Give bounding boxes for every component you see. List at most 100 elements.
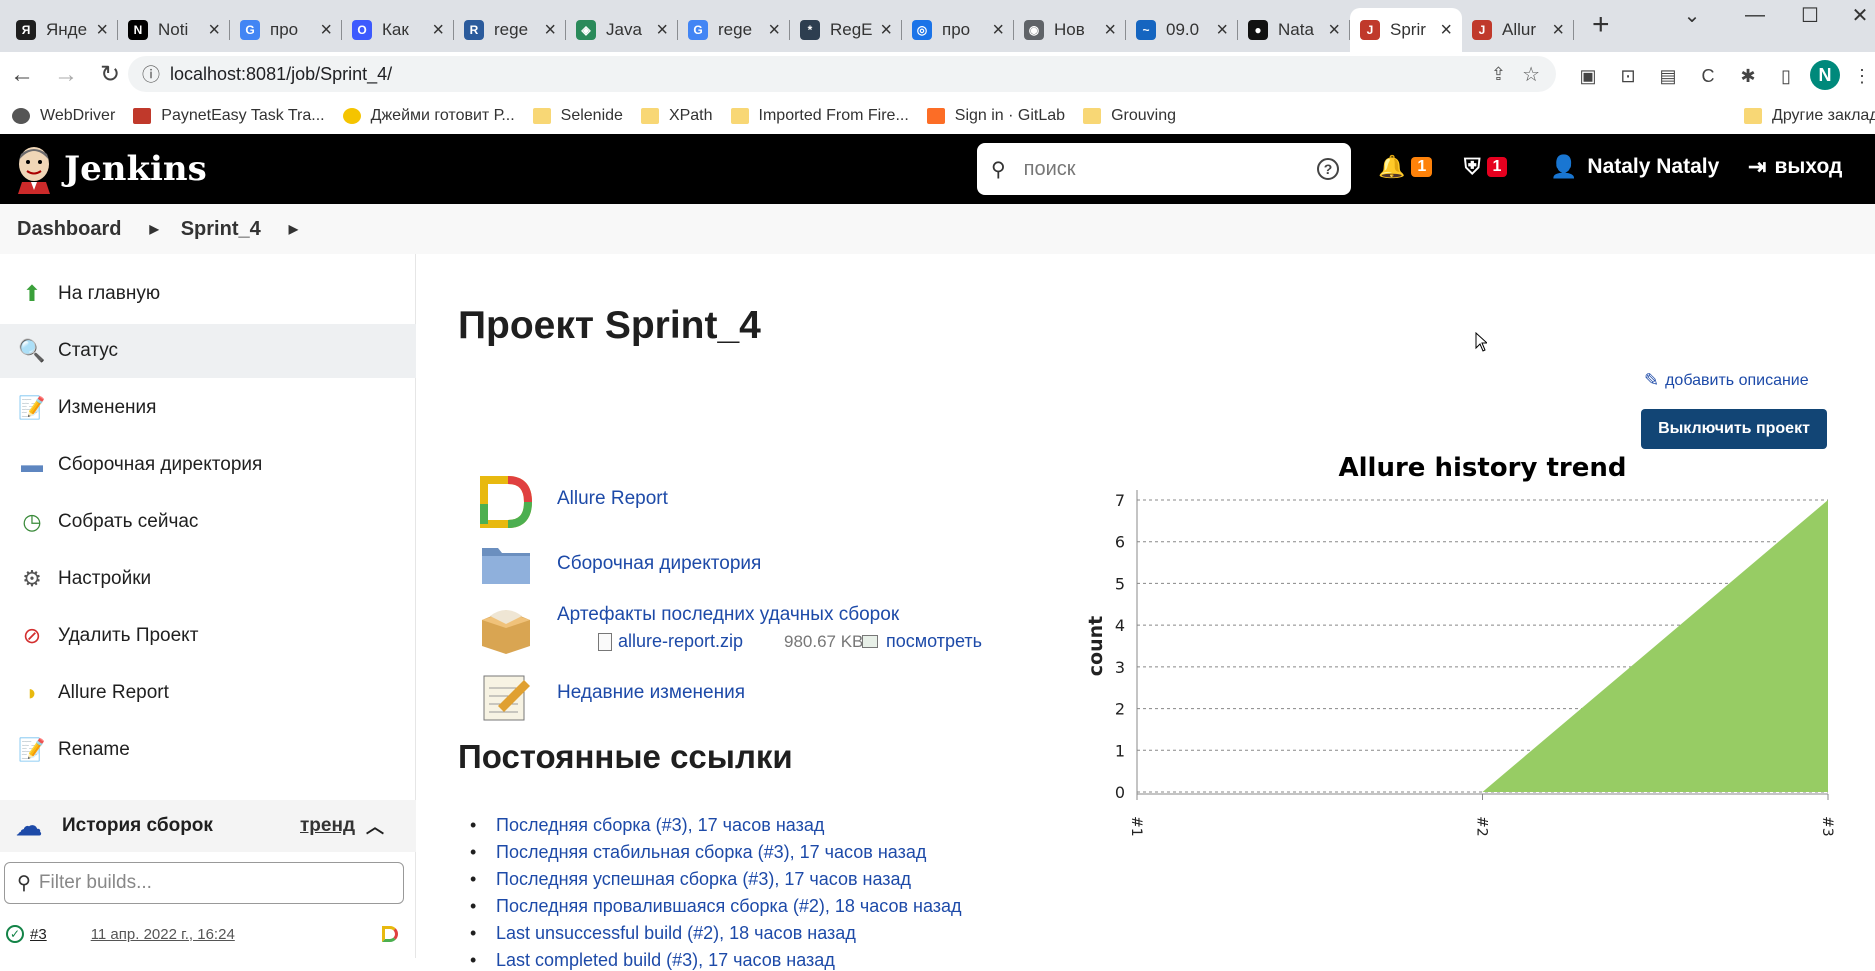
url-text[interactable]: localhost:8081/job/Sprint_4/ [170,64,392,85]
close-tab-icon[interactable]: × [320,19,332,42]
close-window-icon[interactable]: ✕ [1830,0,1875,30]
browser-tab[interactable]: Rrege × [454,8,566,52]
close-tab-icon[interactable]: × [656,19,668,42]
close-tab-icon[interactable]: × [768,19,780,42]
sidebar-item[interactable]: 📝 Rename [0,723,416,777]
profile-avatar[interactable]: N [1810,60,1840,90]
permalink-item[interactable]: Последняя сборка (#3), 17 часов назад [470,815,1096,836]
c-extension-icon[interactable]: C [1694,62,1722,90]
allure-build-icon[interactable] [382,926,398,942]
bookmark-item[interactable]: PaynetEasy Task Tra... [133,107,325,125]
close-tab-icon[interactable]: × [96,19,108,42]
collapse-chevron-icon[interactable]: ︿ [366,813,384,839]
browser-tab[interactable]: ◉ Нов × [1014,8,1126,52]
browser-tab[interactable]: Я Янде × [6,8,118,52]
share-icon[interactable]: ⇪ [1491,64,1506,85]
search-input[interactable]: поиск [1024,158,1076,181]
excel-extension-icon[interactable]: ▣ [1574,62,1602,90]
sidebar-item[interactable]: ⊘ Удалить Проект [0,609,416,663]
other-bookmarks[interactable]: Другие закладки [1744,107,1875,125]
bookmark-item[interactable]: WebDriver [12,107,115,125]
package-icon[interactable] [478,600,534,656]
artifact-view-link[interactable]: посмотреть [886,631,982,652]
browser-tab[interactable]: Gпро × [230,8,342,52]
reload-icon[interactable]: ↻ [88,55,132,95]
add-description-link[interactable]: ✎ добавить описание [1644,370,1809,391]
bookmark-item[interactable]: Джейми готовит Р... [342,107,515,125]
trend-link[interactable]: тренд [300,815,355,837]
bookmark-star-icon[interactable]: ☆ [1522,62,1540,87]
browser-tab[interactable]: Grege × [678,8,790,52]
menu-icon[interactable]: ⋮ [1848,62,1875,90]
notifications-button[interactable]: 🔔 1 [1378,154,1433,180]
site-info-icon[interactable]: ⓘ [142,61,160,87]
close-tab-icon[interactable]: × [432,19,444,42]
browser-tab[interactable]: ~09.0 × [1126,8,1238,52]
bookmark-item[interactable]: Sign in · GitLab [926,107,1065,125]
close-tab-icon[interactable]: × [992,19,1004,42]
folder-icon[interactable] [478,536,534,592]
browser-tab[interactable]: ◈ Java × [566,8,678,52]
permalink-item[interactable]: Last completed build (#3), 17 часов наза… [470,950,1096,971]
note-extension-icon[interactable]: ▤ [1654,62,1682,90]
sidebar-item[interactable]: ▬ Сборочная директория [0,438,416,492]
tab-search-icon[interactable]: ⌄ [1662,0,1722,30]
close-tab-icon[interactable]: × [1104,19,1116,42]
browser-tab[interactable]: N Noti × [118,8,230,52]
jenkins-logo[interactable]: Jenkins [14,144,207,194]
sidebar-item[interactable]: ⚙ Настройки [0,552,416,606]
forward-icon[interactable]: → [44,55,88,95]
allure-report-icon[interactable] [478,474,534,530]
permalink-item[interactable]: Последняя успешная сборка (#3), 17 часов… [470,869,1096,890]
close-tab-icon[interactable]: × [208,19,220,42]
permalink-item[interactable]: Последняя провалившаяся сборка (#2), 18 … [470,896,1096,917]
user-menu[interactable]: 👤 Nataly Nataly [1550,154,1719,180]
browser-tab[interactable]: O Как × [342,8,454,52]
sidebar-item[interactable]: 🔍 Статус [0,324,416,378]
filter-builds-input[interactable]: ⚲ Filter builds... [4,862,404,904]
help-icon[interactable]: ? [1317,158,1339,180]
chevron-right-icon[interactable]: ▶ [149,222,158,236]
close-tab-icon[interactable]: × [1216,19,1228,42]
close-tab-icon[interactable]: × [544,19,556,42]
recent-changes-link[interactable]: Недавние изменения [557,682,745,704]
build-date-link[interactable]: 11 апр. 2022 г., 16:24 [91,926,235,943]
security-button[interactable]: ⛨ 1 [1464,154,1508,180]
bookmark-item[interactable]: XPath [640,107,713,125]
close-tab-icon[interactable]: × [1328,19,1340,42]
address-bar[interactable]: ⓘ localhost:8081/job/Sprint_4/ ⇪ ☆ [128,56,1556,92]
allure-report-link[interactable]: Allure Report [557,488,668,510]
build-number-link[interactable]: #3 [30,926,47,943]
chevron-right-icon[interactable]: ▶ [289,222,298,236]
new-tab-button[interactable]: + [1592,8,1610,42]
close-tab-icon[interactable]: × [1552,19,1564,42]
bookmark-item[interactable]: Grouving [1083,107,1176,125]
close-tab-icon[interactable]: × [880,19,892,42]
browser-tab[interactable]: J Allur × [1462,8,1574,52]
sidebar-item[interactable]: 📝 Изменения [0,381,416,435]
sidebar-item[interactable]: ◗ Allure Report [0,666,416,720]
side-panel-icon[interactable]: ▯ [1772,62,1800,90]
screenshot-extension-icon[interactable]: ⊡ [1614,62,1642,90]
back-icon[interactable]: ← [0,55,44,95]
browser-tab[interactable]: * RegE × [790,8,902,52]
bookmark-item[interactable]: Imported From Fire... [730,107,909,125]
browser-tab[interactable]: J Sprir × [1350,8,1462,52]
browser-tab[interactable]: ● Nata × [1238,8,1350,52]
workspace-link[interactable]: Сборочная директория [557,553,761,575]
search-box[interactable]: ⚲ поиск ? [977,143,1351,195]
permalink-item[interactable]: Последняя стабильная сборка (#3), 17 час… [470,842,1096,863]
sidebar-item[interactable]: ⬆ На главную [0,267,416,321]
build-row[interactable]: ✓ #3 11 апр. 2022 г., 16:24 [0,920,416,948]
close-tab-icon[interactable]: × [1440,19,1452,42]
artifact-file-link[interactable]: allure-report.zip [618,631,743,652]
browser-tab[interactable]: ◎ про × [902,8,1014,52]
logout-button[interactable]: ⇥ выход [1748,154,1842,180]
breadcrumb-dashboard[interactable]: Dashboard [17,218,121,241]
bookmark-item[interactable]: Selenide [532,107,623,125]
minimize-icon[interactable]: — [1725,0,1785,30]
permalink-item[interactable]: Last unsuccessful build (#2), 18 часов н… [470,923,1096,944]
artifacts-link[interactable]: Артефакты последних удачных сборок [557,604,899,626]
extensions-puzzle-icon[interactable]: ✱ [1734,62,1762,90]
notepad-pencil-icon[interactable] [478,668,534,724]
